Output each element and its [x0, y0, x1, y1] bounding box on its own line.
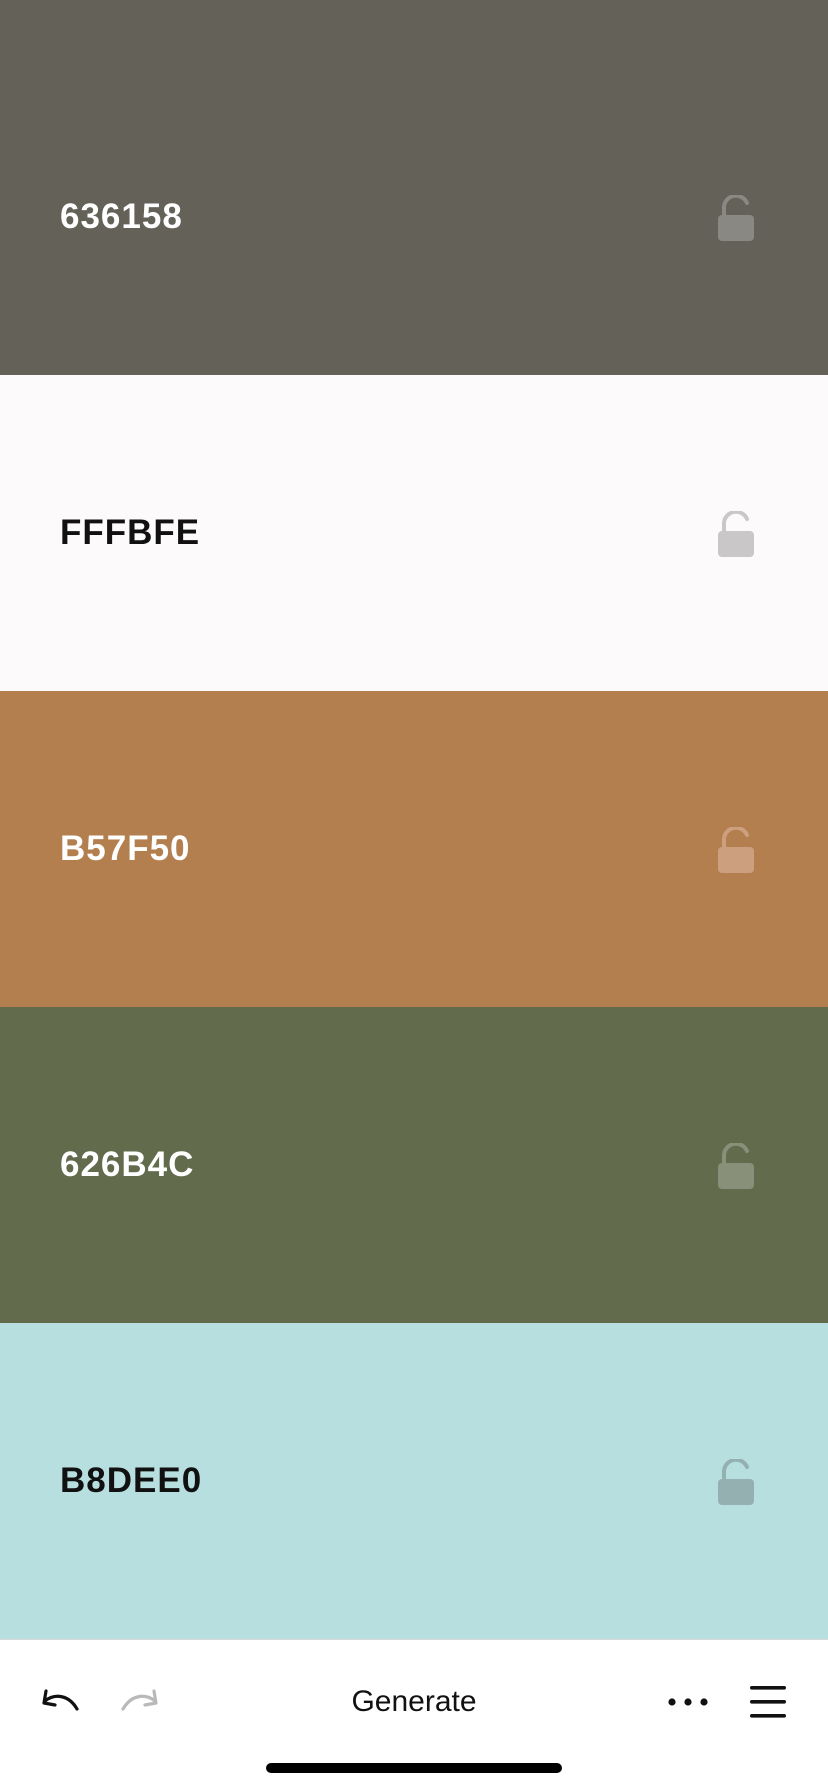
undo-button[interactable] — [36, 1678, 84, 1726]
undo-arrow-icon — [42, 1689, 79, 1711]
generate-button[interactable]: Generate — [314, 1678, 514, 1726]
unlocked-padlock-icon — [718, 1143, 754, 1189]
unlocked-padlock-icon — [718, 827, 754, 873]
lock-toggle[interactable] — [714, 1139, 758, 1191]
home-indicator — [266, 1763, 562, 1773]
color-palette: 636158 FFFBFE B57F50 626B4C B8DEE0 — [0, 0, 828, 1639]
hex-code-label: B57F50 — [60, 829, 191, 868]
hex-code-label: 636158 — [60, 197, 183, 236]
bottom-toolbar: Generate — [0, 1639, 828, 1792]
lock-toggle[interactable] — [714, 507, 758, 559]
hex-code-label: B8DEE0 — [60, 1461, 203, 1500]
hex-code-label: 626B4C — [60, 1145, 195, 1184]
hex-code-label: FFFBFE — [60, 513, 201, 552]
color-swatch[interactable]: FFFBFE — [0, 375, 828, 691]
redo-button[interactable] — [116, 1678, 164, 1726]
ellipsis-icon — [668, 1698, 708, 1706]
unlocked-padlock-icon — [718, 195, 754, 241]
hamburger-menu-icon — [750, 1686, 786, 1718]
lock-toggle[interactable] — [714, 823, 758, 875]
color-swatch[interactable]: B57F50 — [0, 691, 828, 1007]
unlocked-padlock-icon — [718, 511, 754, 557]
palette-generator-app: 636158 FFFBFE B57F50 626B4C B8DEE0 Gener… — [0, 0, 828, 1792]
color-swatch[interactable]: 626B4C — [0, 1007, 828, 1323]
more-options-button[interactable] — [662, 1678, 714, 1726]
unlocked-padlock-icon — [718, 1459, 754, 1505]
lock-toggle[interactable] — [714, 1455, 758, 1507]
redo-arrow-icon — [121, 1689, 158, 1711]
lock-toggle[interactable] — [714, 191, 758, 243]
menu-button[interactable] — [742, 1678, 794, 1726]
color-swatch[interactable]: 636158 — [0, 0, 828, 375]
color-swatch[interactable]: B8DEE0 — [0, 1323, 828, 1639]
